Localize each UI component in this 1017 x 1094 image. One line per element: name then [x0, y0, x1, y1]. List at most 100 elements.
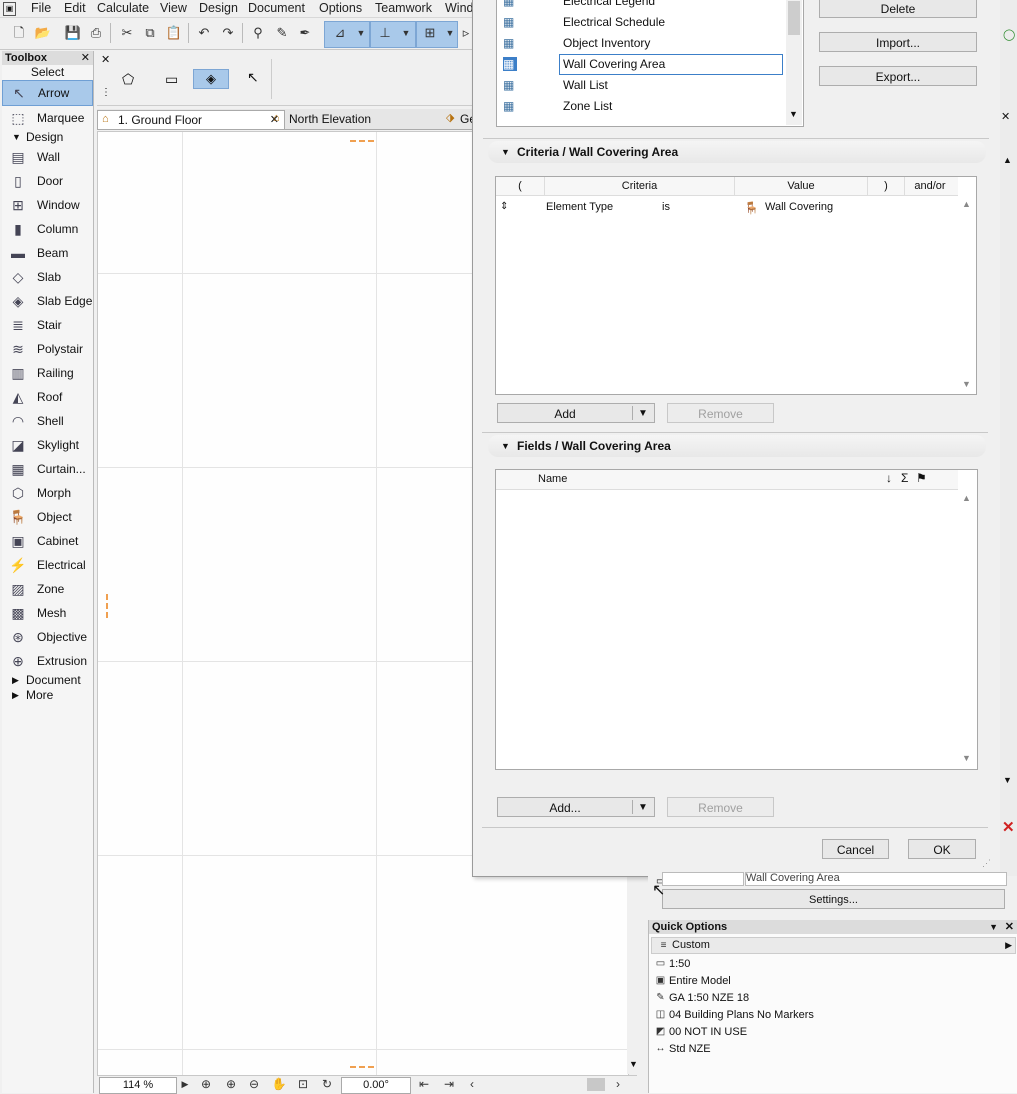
menu-window[interactable]: Wind	[445, 1, 473, 15]
fields-table-scrollbar[interactable]: ▲ ▼	[959, 489, 975, 768]
tool-beam[interactable]: ▬ Beam	[2, 241, 93, 265]
tool-railing[interactable]: ▥ Railing	[2, 361, 93, 385]
chevron-down-icon[interactable]: ▼	[638, 798, 648, 818]
tool-electrical[interactable]: ⚡ Electrical	[2, 553, 93, 577]
zoom-menu-icon[interactable]: ▶	[176, 1077, 194, 1092]
cut-icon[interactable]: ✂	[117, 23, 137, 43]
tool-morph[interactable]: ⬡ Morph	[2, 481, 93, 505]
find-select-icon[interactable]: ⚲	[248, 23, 268, 43]
tool-marquee[interactable]: ⬚ Marquee	[2, 106, 93, 130]
flag-icon[interactable]: ⚑	[916, 471, 927, 485]
tool-polystair[interactable]: ≋ Polystair	[2, 337, 93, 361]
tool-arrow[interactable]: ↖ Arrow	[2, 80, 93, 106]
sum-icon[interactable]: Σ	[901, 471, 908, 485]
close-icon[interactable]: ✕	[101, 53, 110, 66]
tool-slab[interactable]: ◇ Slab	[2, 265, 93, 289]
zoom-out-icon[interactable]: ⊖	[245, 1077, 263, 1092]
ok-button[interactable]: OK	[908, 839, 976, 859]
menu-design[interactable]: Design	[199, 1, 238, 15]
tool-shell[interactable]: ◠ Shell	[2, 409, 93, 433]
tool-skylight[interactable]: ◪ Skylight	[2, 433, 93, 457]
chevron-down-icon[interactable]: ▼	[629, 1059, 638, 1069]
sort-arrow-icon[interactable]: ↓	[886, 471, 892, 485]
fields-section-header[interactable]: ▼ Fields / Wall Covering Area	[488, 435, 986, 457]
tool-door[interactable]: ▯ Door	[2, 169, 93, 193]
menu-file[interactable]: File	[31, 1, 51, 15]
tool-extrusion[interactable]: ⊕ Extrusion	[2, 649, 93, 673]
tool-column[interactable]: ▮ Column	[2, 217, 93, 241]
scheme-list[interactable]: ▦ Electrical Legend ▦ Electrical Schedule ▦ O…	[496, 0, 804, 127]
tool-zone[interactable]: ▨ Zone	[2, 577, 93, 601]
copy-icon[interactable]: ⧉	[140, 23, 160, 43]
rectangle-selection-icon[interactable]: ▭	[165, 71, 178, 88]
list-item[interactable]: ▦ Object Inventory	[497, 33, 785, 54]
save-icon[interactable]: 💾	[63, 23, 83, 43]
criteria-remove-button[interactable]: Remove	[667, 403, 774, 423]
quick-option-custom[interactable]: ≡ Custom ▶	[651, 937, 1016, 954]
tool-stair[interactable]: ≣ Stair	[2, 313, 93, 337]
list-item[interactable]: ▦ Wall Covering Area	[497, 54, 785, 75]
fields-add-button[interactable]: Add... ▼	[497, 797, 655, 817]
zoom-in-icon[interactable]: ⊕	[222, 1077, 240, 1092]
close-icon[interactable]: ✕	[81, 51, 90, 65]
name-id-field[interactable]	[662, 872, 744, 886]
scroll-thumb[interactable]	[788, 1, 800, 35]
criteria-table-scrollbar[interactable]: ▲ ▼	[959, 195, 975, 393]
horizontal-scroll-thumb[interactable]	[587, 1078, 605, 1091]
view-name-field[interactable]: Wall Covering Area	[745, 872, 1007, 886]
tool-roof[interactable]: ◭ Roof	[2, 385, 93, 409]
value-cell[interactable]: Wall Covering	[765, 198, 833, 216]
quick-option-item[interactable]: ✎ GA 1:50 NZE 18	[649, 990, 1017, 1007]
tab-north-elevation[interactable]: ⌂ North Elevation	[269, 110, 449, 128]
tool-slab-edge[interactable]: ◈ Slab Edge	[2, 289, 93, 313]
scroll-left-icon[interactable]: ‹	[463, 1077, 481, 1092]
list-item[interactable]: ▦ Zone List	[497, 96, 785, 117]
scheme-list-scrollbar[interactable]: ▼	[786, 0, 802, 125]
tool-object[interactable]: 🪑 Object	[2, 505, 93, 529]
zoom-area-icon[interactable]: ⊕	[197, 1077, 215, 1092]
chevron-down-icon[interactable]: ▼	[351, 23, 371, 43]
previous-zoom-icon[interactable]: ⇤	[415, 1077, 433, 1092]
quick-option-item[interactable]: ◫ 04 Building Plans No Markers	[649, 1007, 1017, 1024]
chevron-down-icon[interactable]: ▼	[396, 23, 416, 43]
reorder-handle-icon[interactable]: ⇕	[500, 198, 508, 216]
list-item[interactable]: ▦ Electrical Legend	[497, 0, 785, 12]
chevron-up-icon[interactable]: ▲	[962, 199, 971, 209]
quick-option-item[interactable]: ◩ 00 NOT IN USE	[649, 1024, 1017, 1041]
criteria-section-header[interactable]: ▼ Criteria / Wall Covering Area	[488, 141, 986, 163]
close-icon[interactable]: ✕	[1001, 110, 1010, 123]
next-zoom-icon[interactable]: ⇥	[440, 1077, 458, 1092]
settings-button[interactable]: Settings...	[662, 889, 1005, 909]
menu-document[interactable]: Document	[248, 1, 305, 15]
zoom-field[interactable]: 114 %	[99, 1077, 177, 1094]
resize-grip-icon[interactable]: ⋰	[982, 858, 991, 869]
menu-calculate[interactable]: Calculate	[97, 1, 149, 15]
group-more[interactable]: ▶ More	[2, 688, 93, 703]
operator-cell[interactable]: is	[662, 198, 670, 216]
syringe-icon[interactable]: ✒	[295, 23, 315, 43]
list-item[interactable]: ▦ Wall List	[497, 75, 785, 96]
chevron-down-icon[interactable]: ▼	[962, 753, 971, 763]
orientation-icon[interactable]: ↻	[318, 1077, 336, 1092]
criteria-add-button[interactable]: Add ▼	[497, 403, 655, 423]
undo-icon[interactable]: ↶	[194, 23, 214, 43]
export-button[interactable]: Export...	[819, 66, 977, 86]
chevron-down-icon[interactable]: ▼	[638, 404, 648, 424]
group-design[interactable]: ▼ Design	[2, 130, 93, 145]
cancel-button[interactable]: Cancel	[822, 839, 889, 859]
close-icon[interactable]: ✕	[1005, 920, 1014, 934]
info-box-handle[interactable]: ⋮	[101, 87, 111, 98]
tab-ground-floor[interactable]: ⌂ 1. Ground Floor ✕	[97, 110, 285, 129]
tool-objective[interactable]: ⊛ Objective	[2, 625, 93, 649]
quick-selection-icon[interactable]: ↖	[247, 69, 259, 86]
fields-remove-button[interactable]: Remove	[667, 797, 774, 817]
menu-options[interactable]: Options	[319, 1, 362, 15]
delete-red-icon[interactable]: ✕	[1002, 818, 1015, 836]
pan-icon[interactable]: ✋	[270, 1077, 288, 1092]
paste-icon[interactable]: 📋	[164, 23, 184, 43]
polygon-selection-icon[interactable]: ⬠	[122, 71, 134, 88]
menu-teamwork[interactable]: Teamwork	[375, 1, 432, 15]
list-item[interactable]: ▦ Electrical Schedule	[497, 12, 785, 33]
tool-mesh[interactable]: ▩ Mesh	[2, 601, 93, 625]
scroll-right-icon[interactable]: ›	[609, 1077, 627, 1092]
